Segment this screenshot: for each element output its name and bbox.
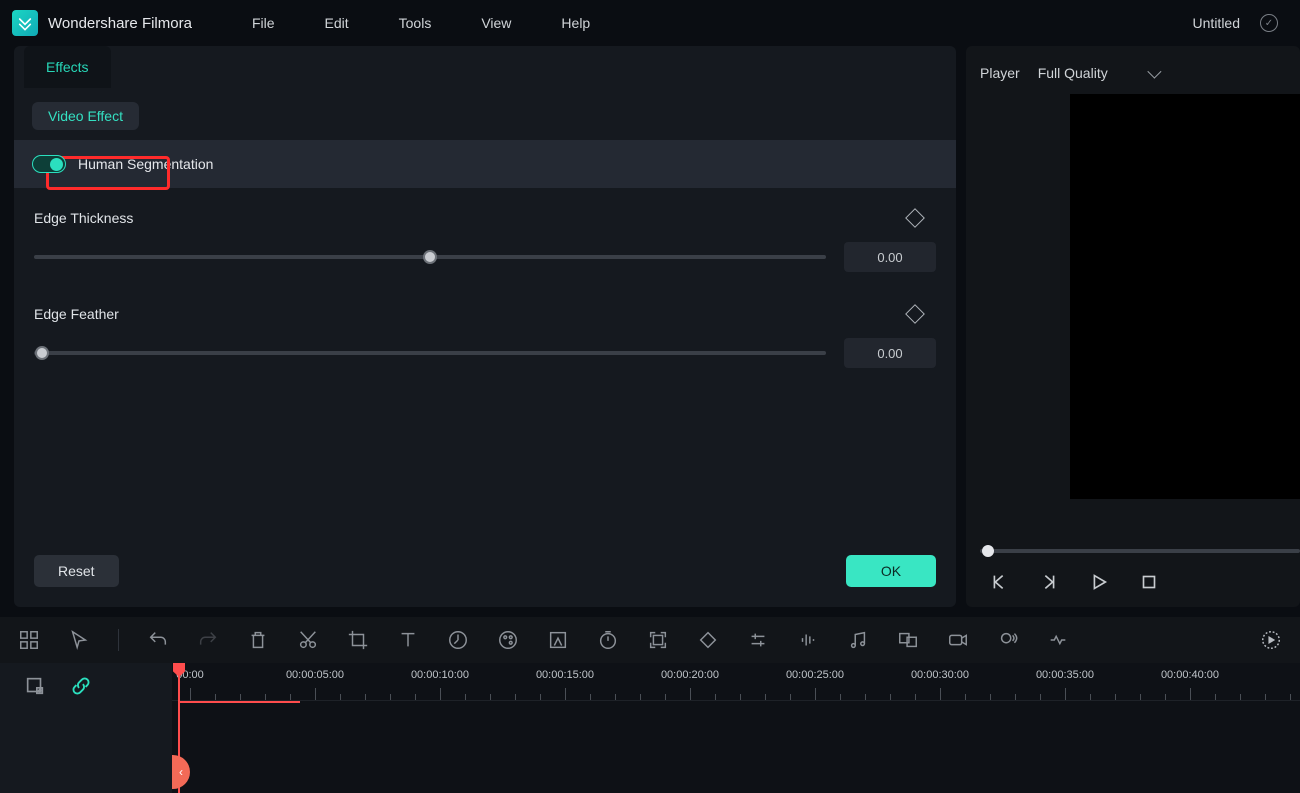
next-frame-button[interactable] [1038, 571, 1060, 593]
separator [118, 629, 119, 651]
play-button[interactable] [1088, 571, 1110, 593]
timeline: 00:0000:00:05:0000:00:10:0000:00:15:0000… [0, 663, 1300, 793]
ruler-mark: 00:00:05:00 [286, 669, 344, 681]
undo-icon[interactable] [147, 629, 169, 651]
menu-view[interactable]: View [471, 11, 521, 35]
ruler-mark: 00:00:35:00 [1036, 669, 1094, 681]
chevron-down-icon [1147, 65, 1161, 79]
speed-icon[interactable] [447, 629, 469, 651]
keyframe-tool-icon[interactable] [697, 629, 719, 651]
quality-value: Full Quality [1038, 65, 1108, 81]
tab-effects[interactable]: Effects [24, 46, 111, 88]
music-icon[interactable] [847, 629, 869, 651]
cursor-icon[interactable] [68, 629, 90, 651]
expand-icon[interactable] [647, 629, 669, 651]
voiceover-icon[interactable] [997, 629, 1019, 651]
ruler-mark: 00:00:40:00 [1161, 669, 1219, 681]
slider-thumb[interactable] [35, 346, 49, 360]
edge-feather-value[interactable]: 0.00 [844, 338, 936, 368]
edge-thickness-label: Edge Thickness [34, 210, 908, 226]
video-effect-pill[interactable]: Video Effect [32, 102, 139, 130]
menu-help[interactable]: Help [551, 11, 600, 35]
human-segmentation-toggle[interactable] [32, 155, 66, 173]
keyframe-icon[interactable] [905, 304, 925, 324]
green-screen-icon[interactable] [547, 629, 569, 651]
audio-eq-icon[interactable] [797, 629, 819, 651]
text-icon[interactable] [397, 629, 419, 651]
reset-button[interactable]: Reset [34, 555, 119, 587]
record-icon[interactable] [947, 629, 969, 651]
edge-thickness-value[interactable]: 0.00 [844, 242, 936, 272]
sync-status-icon[interactable]: ✓ [1260, 14, 1278, 32]
param-edge-feather: Edge Feather 0.00 [34, 306, 936, 368]
quality-dropdown[interactable]: Full Quality [1038, 65, 1158, 81]
clip-handle[interactable]: ‹ [172, 755, 190, 789]
player-panel: Player Full Quality [966, 46, 1300, 607]
app-logo-icon [12, 10, 38, 36]
menu-tools[interactable]: Tools [389, 11, 442, 35]
slider-thumb[interactable] [423, 250, 437, 264]
translate-icon[interactable] [897, 629, 919, 651]
effects-tabbar: Effects [14, 46, 956, 88]
render-preview-icon[interactable] [1260, 629, 1282, 651]
add-track-icon[interactable] [24, 675, 46, 697]
link-track-icon[interactable] [70, 675, 92, 697]
progress-thumb[interactable] [982, 545, 994, 557]
player-label: Player [980, 65, 1020, 81]
crop-icon[interactable] [347, 629, 369, 651]
effects-panel: Effects Video Effect Human Segmentation … [14, 46, 956, 607]
delete-icon[interactable] [247, 629, 269, 651]
timeline-selection [178, 701, 300, 703]
menubar: Wondershare Filmora File Edit Tools View… [0, 0, 1300, 46]
param-edge-thickness: Edge Thickness 0.00 [34, 210, 936, 272]
edge-thickness-slider[interactable] [34, 255, 826, 259]
ruler-mark: 00:00:20:00 [661, 669, 719, 681]
player-progress[interactable] [980, 549, 1300, 553]
timeline-track-header [0, 663, 172, 793]
ok-button[interactable]: OK [846, 555, 936, 587]
tab-effects-label: Effects [46, 59, 89, 75]
section-toggle-row: Human Segmentation [14, 140, 956, 188]
stop-button[interactable] [1138, 571, 1160, 593]
timeline-ruler-area[interactable]: 00:0000:00:05:0000:00:10:0000:00:15:0000… [172, 663, 1300, 793]
menu-file[interactable]: File [242, 11, 285, 35]
preview-viewport[interactable] [1070, 94, 1300, 499]
timeline-toolbar [0, 617, 1300, 663]
timer-icon[interactable] [597, 629, 619, 651]
menu-edit[interactable]: Edit [315, 11, 359, 35]
edge-feather-slider[interactable] [34, 351, 826, 355]
ruler-mark: 00:00:25:00 [786, 669, 844, 681]
audio-sync-icon[interactable] [1047, 629, 1069, 651]
ruler-mark: 00:00:15:00 [536, 669, 594, 681]
section-name: Human Segmentation [78, 156, 213, 172]
ruler-mark: 00:00:10:00 [411, 669, 469, 681]
cut-icon[interactable] [297, 629, 319, 651]
app-name: Wondershare Filmora [48, 15, 192, 32]
prev-frame-button[interactable] [988, 571, 1010, 593]
adjust-icon[interactable] [747, 629, 769, 651]
keyframe-icon[interactable] [905, 208, 925, 228]
edge-feather-label: Edge Feather [34, 306, 908, 322]
video-effect-pill-label: Video Effect [48, 108, 123, 124]
document-title: Untitled [1193, 15, 1240, 31]
redo-icon[interactable] [197, 629, 219, 651]
layout-icon[interactable] [18, 629, 40, 651]
color-icon[interactable] [497, 629, 519, 651]
ruler-mark: 00:00:30:00 [911, 669, 969, 681]
